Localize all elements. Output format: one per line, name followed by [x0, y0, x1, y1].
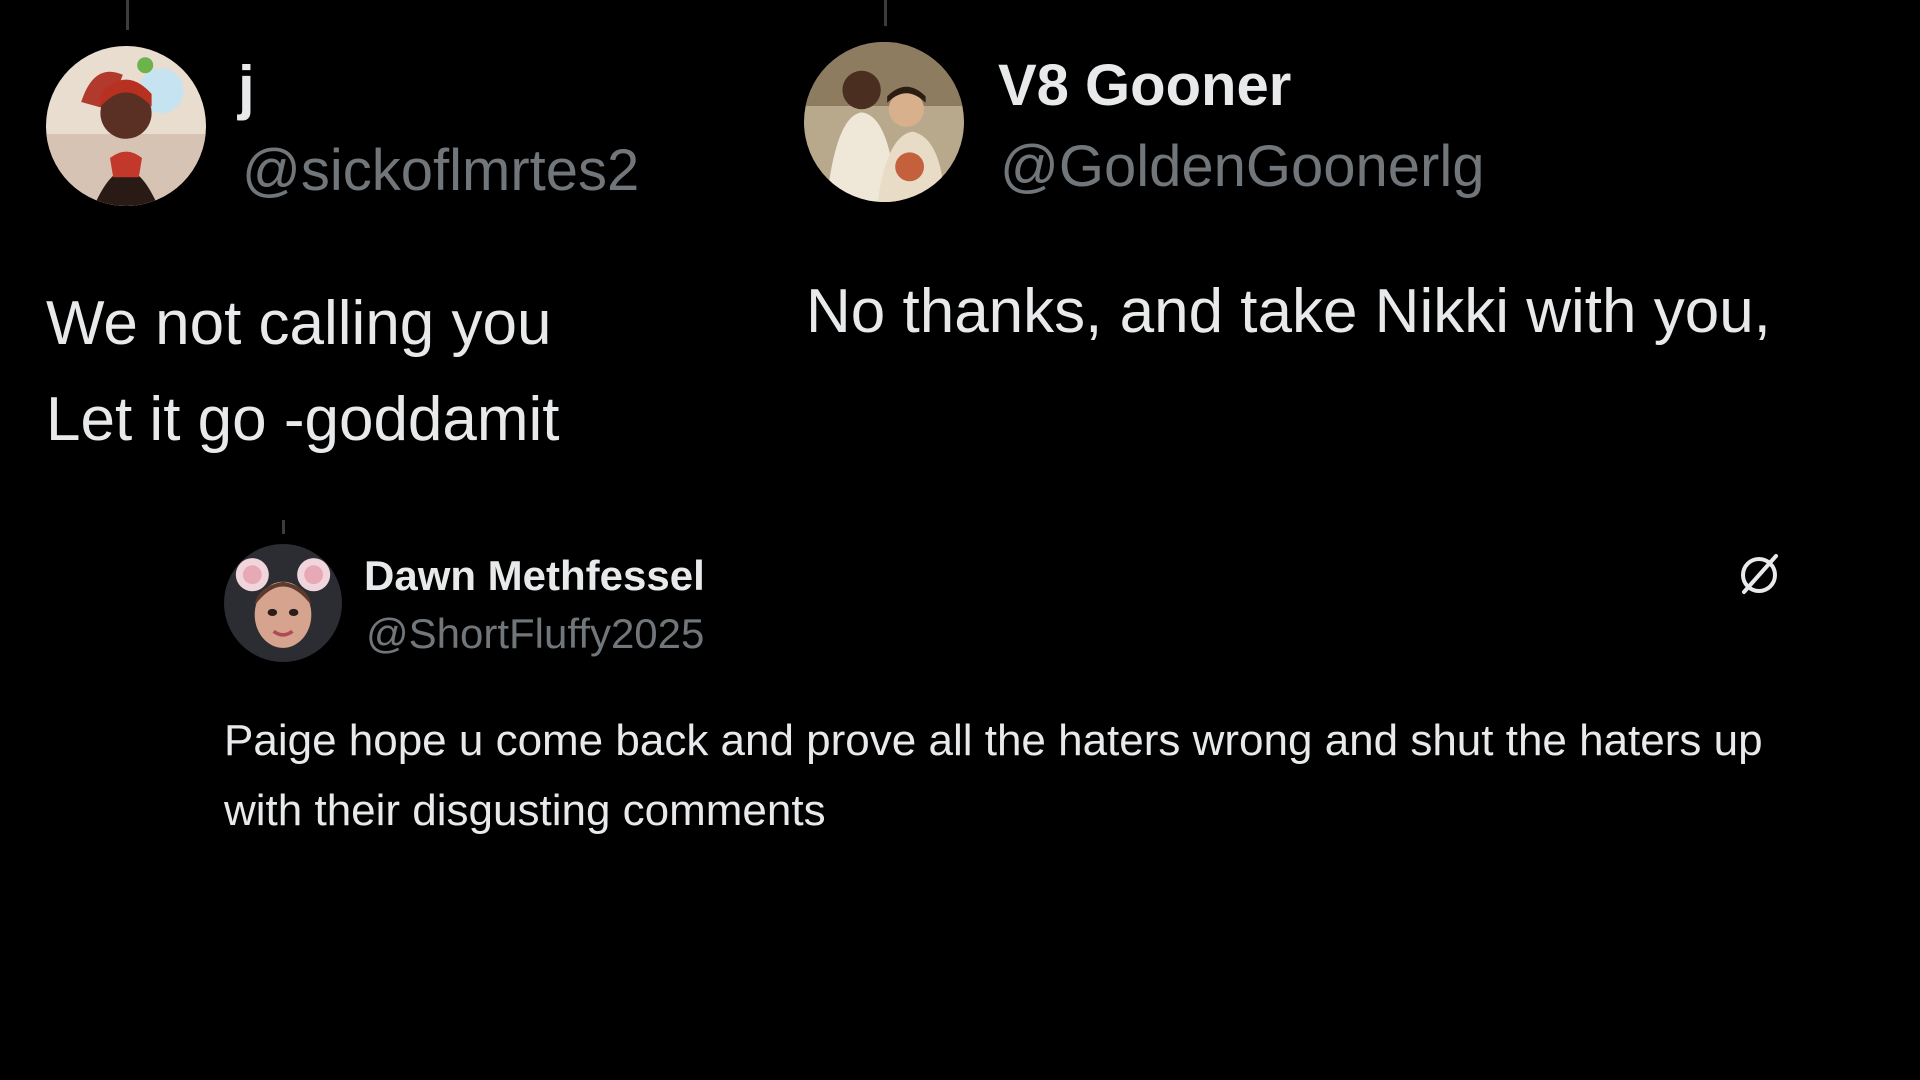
avatar-image [224, 544, 342, 662]
avatar-image [804, 42, 964, 202]
user-handle[interactable]: @GoldenGoonerlg [1000, 132, 1485, 202]
tweet-text: Paige hope u come back and prove all the… [224, 716, 1763, 835]
thread-connector [126, 0, 129, 30]
grok-slash-icon[interactable] [1734, 550, 1784, 600]
display-name[interactable]: Dawn Methfessel [364, 550, 705, 602]
thread-connector [282, 520, 285, 534]
display-name[interactable]: V8 Gooner [998, 50, 1291, 122]
user-handle[interactable]: @ShortFluffy2025 [366, 608, 704, 660]
avatar[interactable] [224, 544, 342, 662]
tweet-text: We not calling you Let it go -goddamit [46, 289, 560, 454]
user-handle[interactable]: @sickoflmrtes2 [242, 136, 639, 206]
tweet-text: No thanks, and take Nikki with you, [806, 277, 1771, 346]
avatar[interactable] [804, 42, 964, 202]
avatar-image [46, 46, 206, 206]
thread-connector [884, 0, 887, 26]
display-name[interactable]: j [238, 52, 255, 124]
avatar[interactable] [46, 46, 206, 206]
reply-thread: j @sickoflmrtes2 We not calling you Let … [0, 0, 1920, 1080]
